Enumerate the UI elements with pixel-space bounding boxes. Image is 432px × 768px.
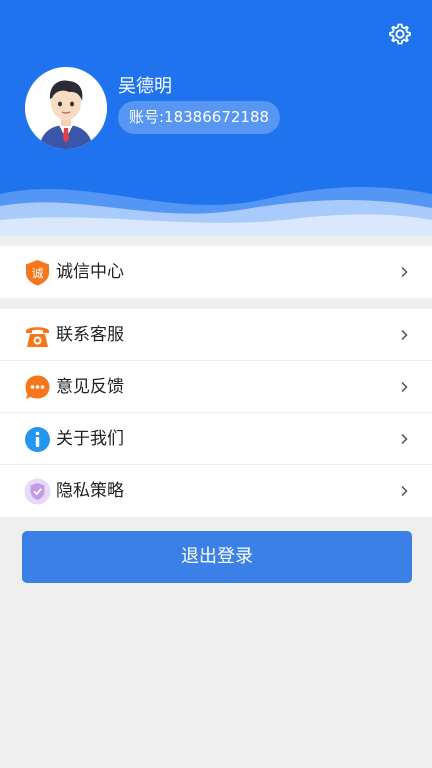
menu-item-privacy-policy[interactable]: 隐私策略: [0, 465, 432, 517]
info-icon: [25, 427, 50, 452]
menu-item-label: 隐私策略: [56, 481, 124, 501]
account-number-badge: 账号:18386672188: [118, 101, 281, 134]
avatar[interactable]: [25, 67, 107, 149]
user-name: 吴德明: [118, 76, 172, 97]
profile-header: 吴德明 账号:18386672188: [0, 0, 432, 236]
chevron-right-icon: [401, 381, 408, 393]
menu-group-integrity: 诚 诚信中心: [0, 246, 432, 298]
menu-item-label: 联系客服: [56, 325, 124, 345]
chevron-right-icon: [401, 433, 408, 445]
menu-item-about-us[interactable]: 关于我们: [0, 413, 432, 465]
menu-item-label: 关于我们: [56, 429, 124, 449]
chevron-right-icon: [401, 329, 408, 341]
integrity-badge-char: 诚: [31, 267, 43, 281]
shield-check-icon: [24, 478, 51, 505]
menu-item-label: 意见反馈: [56, 377, 124, 397]
menu-item-label: 诚信中心: [56, 262, 124, 282]
menu-item-feedback[interactable]: 意见反馈: [0, 361, 432, 413]
wave-decoration: [0, 187, 432, 236]
integrity-badge-icon: 诚: [26, 260, 49, 286]
chevron-right-icon: [401, 266, 408, 278]
logout-button[interactable]: 退出登录: [22, 531, 412, 583]
telephone-icon: [26, 327, 49, 347]
cartoon-man-avatar-icon: [25, 67, 107, 149]
settings-gear-icon[interactable]: [388, 22, 412, 46]
menu-item-contact-service[interactable]: 联系客服: [0, 309, 432, 361]
chat-bubble-icon: [25, 375, 50, 399]
chevron-right-icon: [401, 485, 408, 497]
menu-group-support: 联系客服 意见反馈 关于我们 隐私策略: [0, 309, 432, 517]
menu-item-integrity-center[interactable]: 诚 诚信中心: [0, 246, 432, 298]
